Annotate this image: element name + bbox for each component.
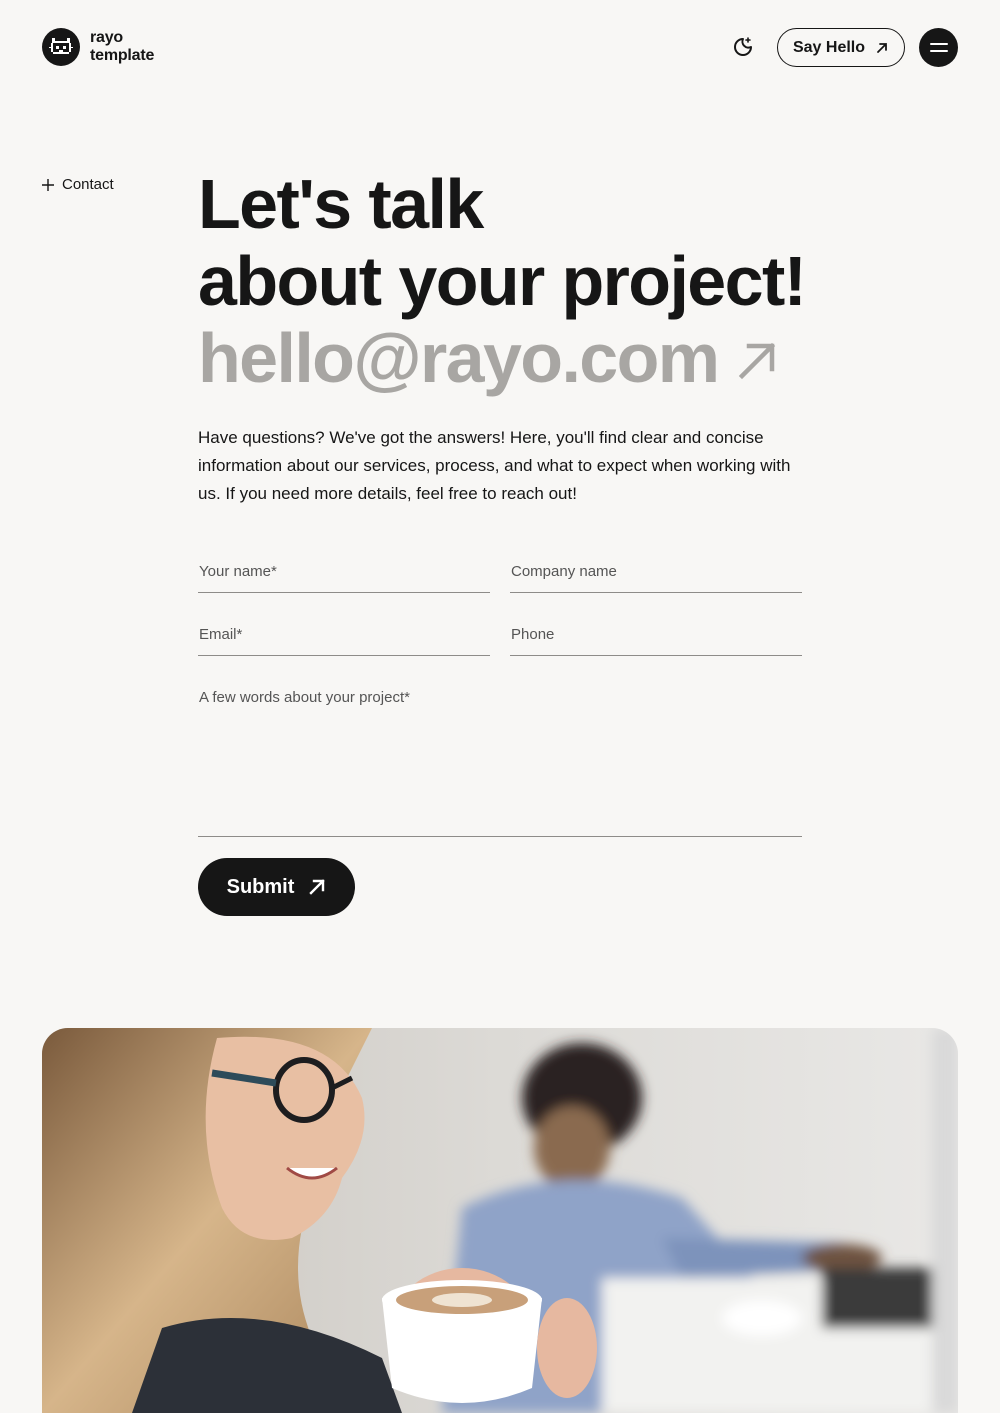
logo-line-1: rayo — [90, 29, 123, 46]
email-field[interactable] — [198, 623, 490, 656]
arrow-up-right-icon — [877, 42, 887, 53]
email-link[interactable]: hello@rayo.com — [198, 320, 778, 397]
intro-text: Have questions? We've got the answers! H… — [198, 428, 791, 503]
phone-field[interactable] — [510, 623, 802, 656]
arrow-up-right-icon — [739, 342, 776, 379]
message-field[interactable] — [198, 688, 802, 837]
company-field[interactable] — [510, 560, 802, 593]
office-coffee-photo — [42, 1028, 958, 1413]
arrow-up-right-icon — [309, 879, 326, 895]
say-hello-label: Say Hello — [792, 38, 866, 56]
section-label: Contact — [42, 176, 114, 193]
logo[interactable]: rayo template — [42, 28, 154, 66]
say-hello-button[interactable]: Say Hello — [777, 28, 905, 67]
moon-icon[interactable] — [730, 34, 756, 60]
submit-label: Submit — [226, 875, 295, 898]
logo-line-2: template — [90, 47, 155, 64]
title-line-2: about your project! — [198, 242, 807, 320]
logo-text: rayo template — [90, 29, 154, 65]
title-line-1: Let's talk — [198, 165, 484, 243]
section-label-text: Contact — [62, 176, 114, 193]
cat-logo-icon — [42, 28, 80, 66]
name-field[interactable] — [198, 560, 490, 593]
email-text: hello@rayo.com — [198, 319, 720, 397]
page-title: Let's talk about your project! — [198, 165, 807, 320]
sparkle-icon — [42, 178, 54, 191]
submit-button[interactable]: Submit — [198, 858, 355, 916]
hamburger-icon[interactable] — [919, 28, 958, 67]
